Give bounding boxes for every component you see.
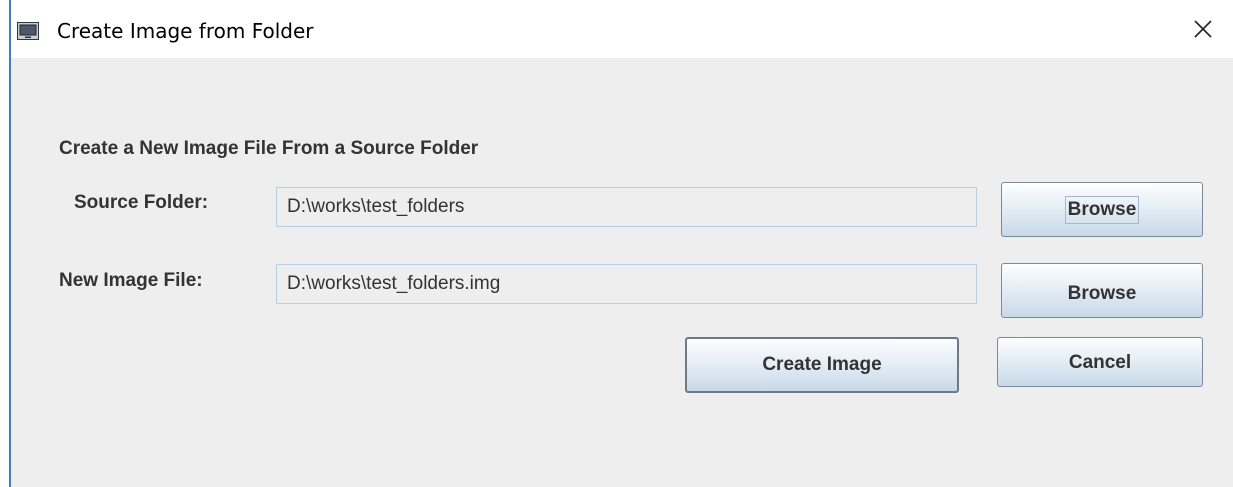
browse-source-button[interactable]: Browse	[1001, 182, 1203, 237]
browse-image-label: Browse	[1067, 282, 1137, 304]
title-bar[interactable]: Create Image from Folder	[11, 0, 1233, 58]
cancel-button[interactable]: Cancel	[997, 337, 1203, 387]
close-button[interactable]	[1186, 14, 1220, 48]
close-icon	[1193, 19, 1213, 44]
window-title: Create Image from Folder	[57, 19, 314, 43]
source-folder-input[interactable]	[276, 187, 977, 227]
new-image-file-input[interactable]	[276, 264, 977, 304]
create-image-label: Create Image	[762, 354, 882, 375]
monitor-icon	[17, 22, 39, 40]
browse-image-button[interactable]: Browse	[1001, 263, 1203, 318]
dialog-content: Create a New Image File From a Source Fo…	[11, 58, 1233, 487]
dialog-window: Create Image from Folder Create a New Im…	[0, 0, 1233, 487]
browse-source-label: Browse	[1064, 195, 1140, 224]
create-image-button[interactable]: Create Image	[685, 337, 959, 393]
source-folder-label: Source Folder:	[74, 192, 209, 213]
cancel-label: Cancel	[1068, 352, 1132, 373]
new-image-file-label: New Image File:	[59, 270, 203, 291]
dialog-heading: Create a New Image File From a Source Fo…	[59, 138, 479, 159]
